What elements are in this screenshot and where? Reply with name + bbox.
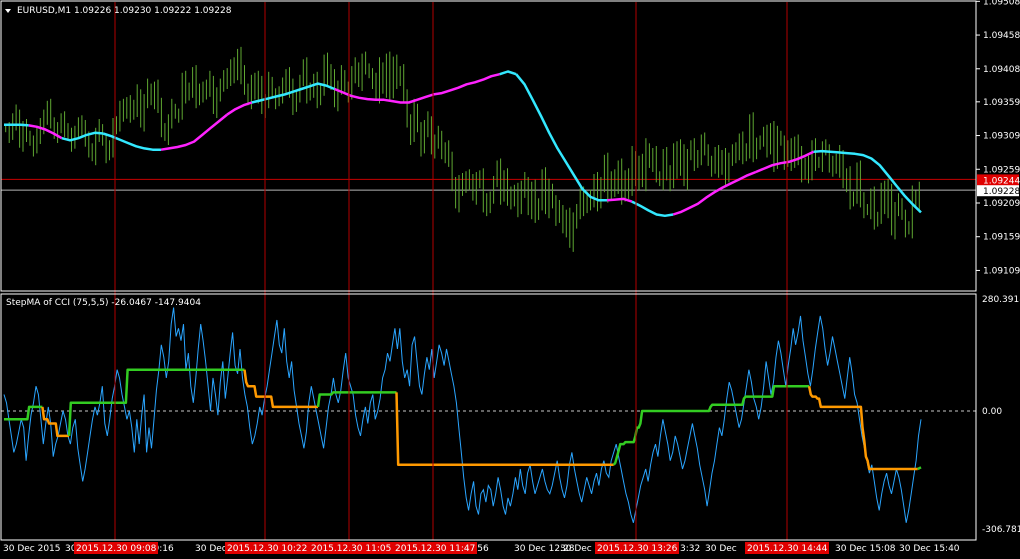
x-tick-label: 30 Dec 2015 [3,544,61,554]
y-tick-label: 1.09209 [983,199,1020,209]
y-tick-label: 1.09458 [983,31,1020,41]
y-tick-label: -306.7817 [982,525,1020,535]
y-tick-label: 1.09359 [983,98,1020,108]
date-tag-label: 2015.12.30 09:08 [76,544,157,554]
date-tag-label: 2015.12.30 13:26 [597,544,678,554]
y-tick-label: 0.00 [982,407,1002,417]
y-tick-label: 1.09159 [983,233,1020,243]
price-tag-label: 1.09244 [983,176,1020,186]
date-tag-label: 2015.12.30 11:47 [395,544,475,554]
y-tick-label: 1.09259 [983,165,1020,175]
x-tick-label: 30 Dec 15:08 [835,544,896,554]
x-tick-label: 30 Dec [560,544,592,554]
background [0,0,1020,559]
x-tick-label: 30 Dec 15:40 [899,544,960,554]
chart-canvas: 1.09508 1.09458 1.09408 1.09359 1.09309 1.092… [0,0,1020,559]
date-tag-label: 2015.12.30 14:44 [747,544,828,554]
moving-average-line [4,123,29,127]
time-x-axis: 30 Dec 201530 Decc 09:1630 Dec30 Dec30 D… [3,542,960,554]
y-tick-label: 1.09309 [983,132,1020,142]
x-tick-label: 30 Dec [195,544,227,554]
x-tick-label: 30 Dec [705,544,737,554]
y-tick-label: 1.09408 [983,65,1020,75]
date-tag-label: 2015.12.30 11:05 [311,544,391,554]
y-tick-label: 1.09109 [983,266,1020,276]
x-tick-label: 3:32 [680,544,700,554]
price-chart-title: EURUSD,M1 1.09226 1.09230 1.09222 1.0922… [17,6,232,16]
step-ma-line [917,466,922,471]
y-tick-label: 280.3918 [982,295,1020,305]
date-tag-label: 2015.12.30 10:22 [227,544,307,554]
price-tag-label: 1.09228 [983,187,1020,197]
y-tick-label: 1.09508 [983,0,1020,7]
indicator-title: StepMA of CCI (75,5,5) -26.0467 -147.940… [6,298,201,308]
